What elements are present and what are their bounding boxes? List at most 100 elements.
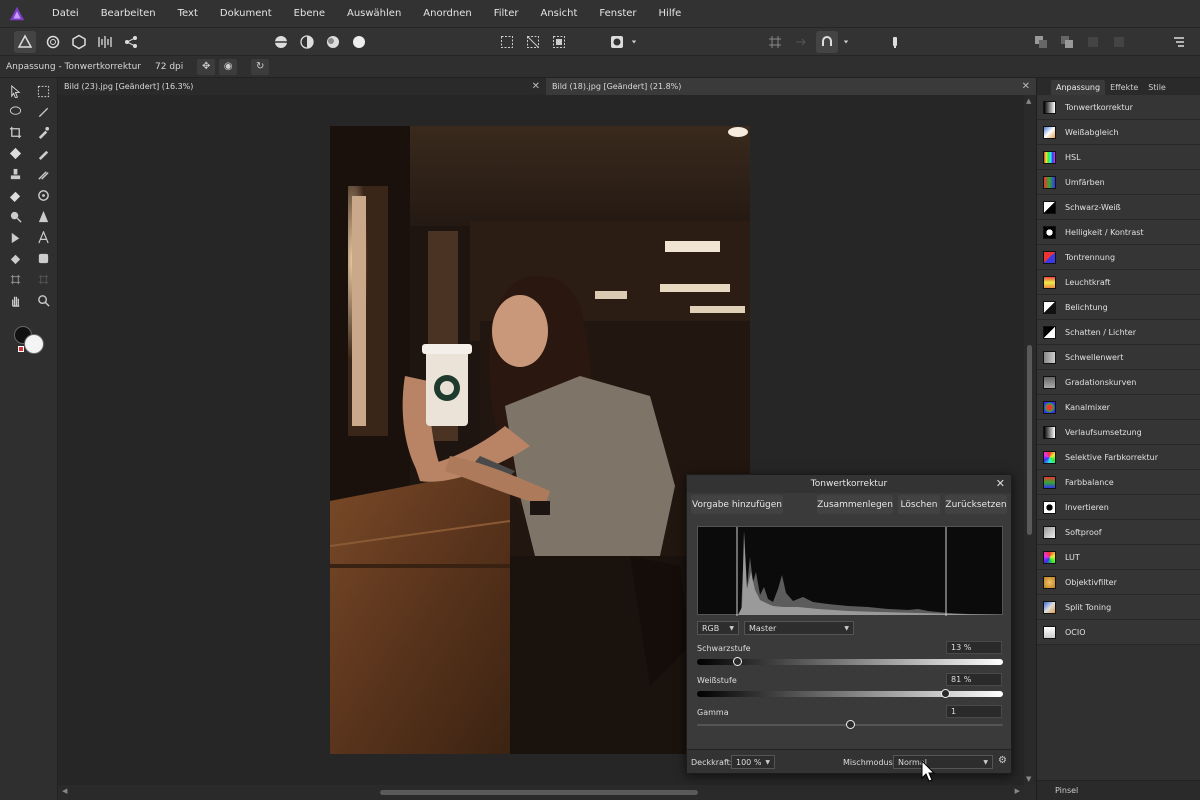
dodge-tool[interactable] (5, 207, 25, 225)
scroll-left-icon[interactable]: ◀ (62, 787, 67, 795)
adjustment-item[interactable]: Weißabgleich (1037, 120, 1200, 145)
select-all-button[interactable] (496, 31, 518, 53)
color-swatch[interactable] (14, 326, 50, 356)
menu-dokument[interactable]: Dokument (210, 8, 284, 19)
black-level-knob[interactable] (732, 657, 742, 666)
gamma-input[interactable]: 1 (946, 705, 1002, 718)
quick-mask-dropdown[interactable] (628, 31, 640, 53)
export-persona-button[interactable] (120, 31, 142, 53)
adjustment-item[interactable]: Kanalmixer (1037, 395, 1200, 420)
lasso-tool[interactable] (5, 102, 25, 120)
selection-brush-tool[interactable] (33, 102, 53, 120)
gamma-knob[interactable] (846, 720, 855, 729)
adjustment-item[interactable]: Softproof (1037, 520, 1200, 545)
deselect-button[interactable] (522, 31, 544, 53)
shape-tool[interactable] (33, 249, 53, 267)
clone-tool[interactable] (5, 165, 25, 183)
horizontal-scroll-thumb[interactable] (380, 790, 698, 795)
adjustment-item[interactable]: OCIO (1037, 620, 1200, 645)
snapping-magnet-button[interactable] (816, 31, 838, 53)
adjustment-item[interactable]: Verlaufsumsetzung (1037, 420, 1200, 445)
arrange-back-button[interactable] (1030, 31, 1052, 53)
quick-mask-button[interactable] (606, 31, 628, 53)
adjustment-item[interactable]: Leuchtkraft (1037, 270, 1200, 295)
close-icon[interactable]: ✕ (1022, 81, 1030, 92)
blend-mode-select[interactable]: Normal ▼ (893, 755, 993, 769)
mesh-warp-tool[interactable] (5, 270, 25, 288)
photo-persona-button[interactable] (14, 31, 36, 53)
doc-tab-2[interactable]: Bild (18).jpg [Geändert] (21.8%) ✕ (546, 78, 1036, 95)
tone-mapping-persona-button[interactable] (94, 31, 116, 53)
auto-contrast-button[interactable] (296, 31, 318, 53)
tab-stile[interactable]: Stile (1143, 80, 1171, 95)
dialog-titlebar[interactable]: Tonwertkorrektur ✕ (687, 475, 1011, 493)
move-tool[interactable] (5, 82, 25, 100)
arrange-front-button[interactable] (1056, 31, 1078, 53)
opacity-select[interactable]: 100 % ▼ (731, 755, 775, 769)
adjustment-item[interactable]: Tonwertkorrektur (1037, 95, 1200, 120)
delete-button[interactable]: Löschen (898, 495, 940, 514)
arrange-disabled-1[interactable] (1082, 31, 1104, 53)
menu-ansicht[interactable]: Ansicht (530, 8, 589, 19)
adjustment-item[interactable]: Schwellenwert (1037, 345, 1200, 370)
vertical-scroll-thumb[interactable] (1027, 345, 1032, 535)
mixer-brush-tool[interactable] (33, 165, 53, 183)
mode-select[interactable]: Master ▼ (744, 621, 854, 635)
white-level-knob[interactable] (940, 689, 950, 698)
menu-text[interactable]: Text (168, 8, 210, 19)
scroll-right-icon[interactable]: ▶ (1015, 787, 1020, 795)
menu-bearbeiten[interactable]: Bearbeiten (91, 8, 168, 19)
disabled-tool-button[interactable] (790, 31, 812, 53)
adjustment-item[interactable]: Helligkeit / Kontrast (1037, 220, 1200, 245)
arrange-disabled-2[interactable] (1108, 31, 1130, 53)
white-level-slider[interactable] (697, 689, 1003, 698)
assistant-button[interactable] (884, 31, 906, 53)
auto-colors-button[interactable] (322, 31, 344, 53)
merge-button[interactable]: Zusammenlegen (817, 495, 893, 514)
secondary-color[interactable] (24, 334, 44, 354)
auto-white-balance-button[interactable] (348, 31, 370, 53)
adjustment-item[interactable]: Belichtung (1037, 295, 1200, 320)
liquify-persona-button[interactable] (42, 31, 64, 53)
menu-filter[interactable]: Filter (484, 8, 531, 19)
adjustment-item[interactable]: Farbbalance (1037, 470, 1200, 495)
adjustment-item[interactable]: Selektive Farbkorrektur (1037, 445, 1200, 470)
panel-footer-label[interactable]: Pinsel (1055, 786, 1078, 795)
preview-toggle-button[interactable]: ◉ (219, 58, 238, 75)
eraser-tool[interactable] (5, 186, 25, 204)
white-level-input[interactable]: 81 % (946, 673, 1002, 686)
black-level-input[interactable]: 13 % (946, 641, 1002, 654)
gamma-slider[interactable] (697, 720, 1003, 729)
menu-datei[interactable]: Datei (42, 8, 91, 19)
close-icon[interactable]: ✕ (532, 81, 540, 92)
snapping-dropdown[interactable] (840, 31, 852, 53)
gear-icon[interactable]: ⚙ (998, 755, 1007, 766)
add-preset-button[interactable]: Vorgabe hinzufügen (691, 495, 783, 514)
adjustment-item[interactable]: Split Toning (1037, 595, 1200, 620)
invert-selection-button[interactable] (548, 31, 570, 53)
menu-hilfe[interactable]: Hilfe (649, 8, 694, 19)
tab-anpassung[interactable]: Anpassung (1051, 80, 1106, 95)
horizontal-scrollbar[interactable]: ◀ ▶ (58, 785, 1024, 800)
reset-button[interactable]: Zurücksetzen (945, 495, 1007, 514)
text-tool[interactable] (33, 228, 53, 246)
develop-persona-button[interactable] (68, 31, 90, 53)
swap-colors-icon[interactable] (18, 346, 24, 352)
adjustment-item[interactable]: LUT (1037, 545, 1200, 570)
adjustment-item[interactable]: HSL (1037, 145, 1200, 170)
sharpen-tool[interactable] (33, 207, 53, 225)
crop-tool[interactable] (5, 123, 25, 141)
menu-anordnen[interactable]: Anordnen (413, 8, 483, 19)
close-icon[interactable]: ✕ (996, 477, 1005, 490)
scroll-down-icon[interactable]: ▼ (1026, 775, 1031, 783)
adjustment-item[interactable]: Umfärben (1037, 170, 1200, 195)
flood-select-tool[interactable] (5, 249, 25, 267)
channel-select[interactable]: RGB ▼ (697, 621, 739, 635)
zoom-tool[interactable] (33, 291, 53, 309)
fill-tool[interactable] (5, 144, 25, 162)
studio-toggle-button[interactable] (1168, 31, 1190, 53)
adjustment-item[interactable]: Objektivfilter (1037, 570, 1200, 595)
menu-fenster[interactable]: Fenster (589, 8, 648, 19)
adjustment-item[interactable]: Invertieren (1037, 495, 1200, 520)
adjustment-item[interactable]: Schatten / Lichter (1037, 320, 1200, 345)
